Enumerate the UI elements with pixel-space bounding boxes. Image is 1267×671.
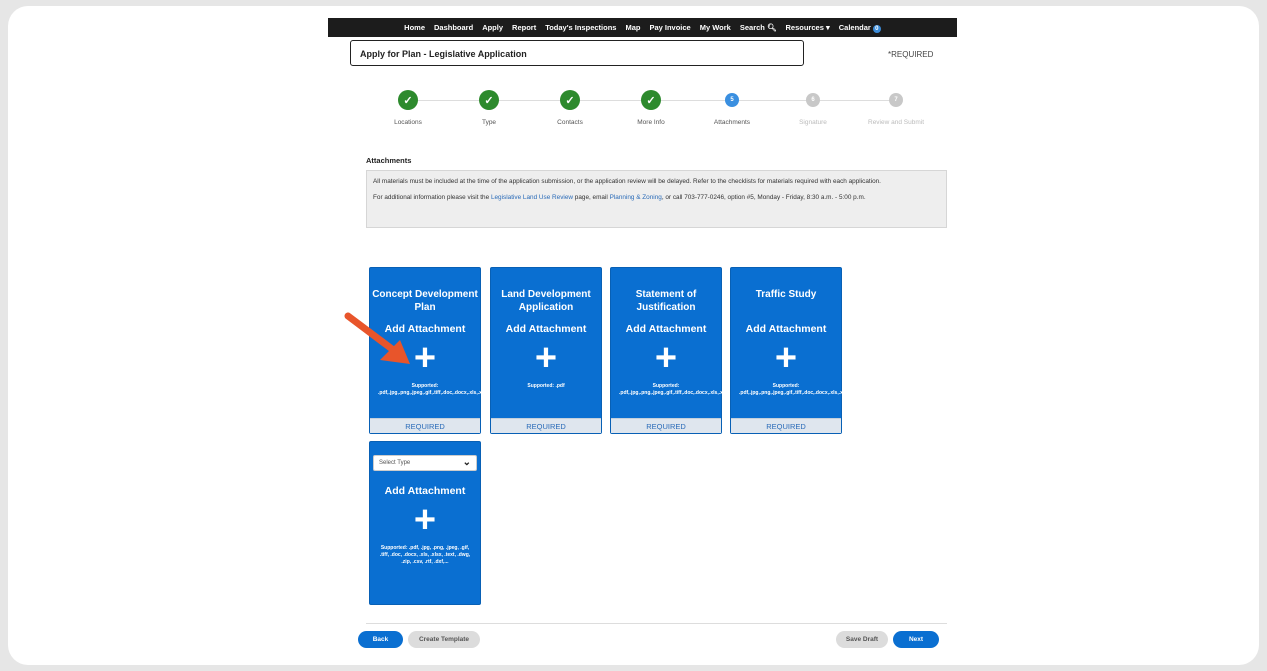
step-number: 5: [725, 93, 739, 107]
step-more-info[interactable]: ✓ More Info: [611, 90, 691, 126]
add-attachment-label: Add Attachment: [505, 323, 587, 335]
step-locations[interactable]: ✓ Locations: [368, 90, 448, 126]
attachment-card-other[interactable]: Select Type ⌄ Add Attachment + Supported…: [369, 441, 481, 605]
nav-dashboard[interactable]: Dashboard: [430, 23, 478, 32]
supported-types: Supported: .pdf,.jpg,.png,.jpeg,.gif,.ti…: [378, 383, 527, 396]
attachment-type-select[interactable]: Select Type ⌄: [373, 455, 477, 471]
nav-my-work[interactable]: My Work: [695, 23, 735, 32]
attachment-card-land-development[interactable]: Land Development Application Add Attachm…: [490, 267, 602, 434]
chevron-down-icon: ⌄: [462, 457, 471, 468]
save-draft-button[interactable]: Save Draft: [836, 631, 888, 648]
step-label: Signature: [799, 119, 827, 126]
required-label: REQUIRED: [370, 418, 480, 433]
required-note: *REQUIRED: [888, 50, 934, 59]
nav-home[interactable]: Home: [400, 23, 430, 32]
page-title: Apply for Plan - Legislative Application: [350, 40, 804, 66]
step-number: 6: [806, 93, 820, 107]
supported-types: Supported: .pdf: [527, 383, 565, 389]
supported-types: Supported: .pdf,.jpg,.png,.jpeg,.gif,.ti…: [619, 383, 739, 396]
attachment-card-traffic-study[interactable]: Traffic Study Add Attachment + Supported…: [730, 267, 859, 434]
step-label: Type: [481, 119, 497, 126]
card-title: Statement of Justification: [635, 289, 697, 313]
nav-apply[interactable]: Apply: [478, 23, 508, 32]
progress-stepper: ✓ Locations ✓ Type ✓ Contacts ✓ More Inf…: [368, 90, 936, 130]
check-icon: ✓: [560, 90, 580, 110]
legislative-land-use-link[interactable]: Legislative Land Use Review: [491, 194, 573, 201]
required-label: REQUIRED: [491, 418, 601, 433]
card-title: Concept Development Plan: [372, 289, 478, 313]
browser-frame: Home Dashboard Apply Report Today's Insp…: [8, 6, 1259, 665]
card-title: Traffic Study: [755, 289, 817, 300]
next-button[interactable]: Next: [893, 631, 939, 648]
select-placeholder: Select Type: [379, 460, 411, 466]
step-number: 7: [889, 93, 903, 107]
top-navigation: Home Dashboard Apply Report Today's Insp…: [328, 18, 957, 37]
add-attachment-label: Add Attachment: [745, 323, 827, 335]
plus-icon[interactable]: +: [611, 339, 721, 377]
check-icon: ✓: [398, 90, 418, 110]
calendar-count-badge: 0: [872, 24, 881, 33]
section-title: Attachments: [366, 156, 412, 165]
add-attachment-label: Add Attachment: [384, 485, 466, 497]
step-attachments[interactable]: 5 Attachments: [692, 90, 772, 126]
step-label: Contacts: [557, 119, 583, 126]
nav-calendar-label: Calendar: [838, 22, 871, 32]
info-text: All materials must be included at the ti…: [373, 178, 881, 185]
nav-search-label: Search: [739, 23, 765, 32]
back-button[interactable]: Back: [358, 631, 403, 648]
attachment-card-statement-justification[interactable]: Statement of Justification Add Attachmen…: [610, 267, 739, 434]
plus-icon[interactable]: +: [370, 501, 480, 539]
plus-icon[interactable]: +: [731, 339, 841, 377]
footer-divider: [366, 623, 947, 624]
step-label: Locations: [394, 119, 422, 126]
nav-search[interactable]: Search 🔍︎: [735, 23, 781, 32]
nav-resources[interactable]: Resources ▾: [781, 23, 834, 32]
check-icon: ✓: [641, 90, 661, 110]
step-contacts[interactable]: ✓ Contacts: [530, 90, 610, 126]
step-review-submit: 7 Review and Submit: [856, 90, 936, 126]
card-title: Land Development Application: [501, 289, 591, 313]
supported-types: Supported: .pdf, .jpg, .png, .jpeg, .gif…: [379, 545, 471, 565]
nav-todays-inspections[interactable]: Today's Inspections: [541, 23, 621, 32]
step-signature: 6 Signature: [773, 90, 853, 126]
annotation-arrow-icon: [344, 312, 410, 364]
step-label: Attachments: [713, 119, 751, 126]
step-label: Review and Submit: [868, 119, 924, 126]
nav-calendar[interactable]: Calendar 0: [834, 23, 885, 33]
nav-pay-invoice[interactable]: Pay Invoice: [645, 23, 695, 32]
check-icon: ✓: [479, 90, 499, 110]
supported-types: Supported: .pdf,.jpg,.png,.jpeg,.gif,.ti…: [739, 383, 859, 396]
info-text-a: For additional information please visit …: [373, 194, 491, 201]
plus-icon[interactable]: +: [491, 339, 601, 377]
required-label: REQUIRED: [611, 418, 721, 433]
nav-map[interactable]: Map: [621, 23, 645, 32]
info-contact: For additional information please visit …: [373, 193, 940, 203]
planning-zoning-email-link[interactable]: Planning & Zoning: [610, 194, 662, 201]
nav-report[interactable]: Report: [508, 23, 541, 32]
info-text-c: , or call 703-777-0246, option #5, Monda…: [661, 194, 866, 201]
caret-down-icon: ▾: [825, 23, 830, 32]
add-attachment-label: Add Attachment: [625, 323, 707, 335]
nav-resources-label: Resources: [785, 23, 824, 32]
step-label: More Info: [637, 119, 665, 126]
info-box: All materials must be included at the ti…: [366, 170, 947, 228]
required-label: REQUIRED: [731, 418, 841, 433]
search-icon: 🔍︎: [766, 23, 777, 32]
create-template-button[interactable]: Create Template: [408, 631, 480, 648]
step-type[interactable]: ✓ Type: [449, 90, 529, 126]
info-text-b: page, email: [573, 194, 610, 201]
